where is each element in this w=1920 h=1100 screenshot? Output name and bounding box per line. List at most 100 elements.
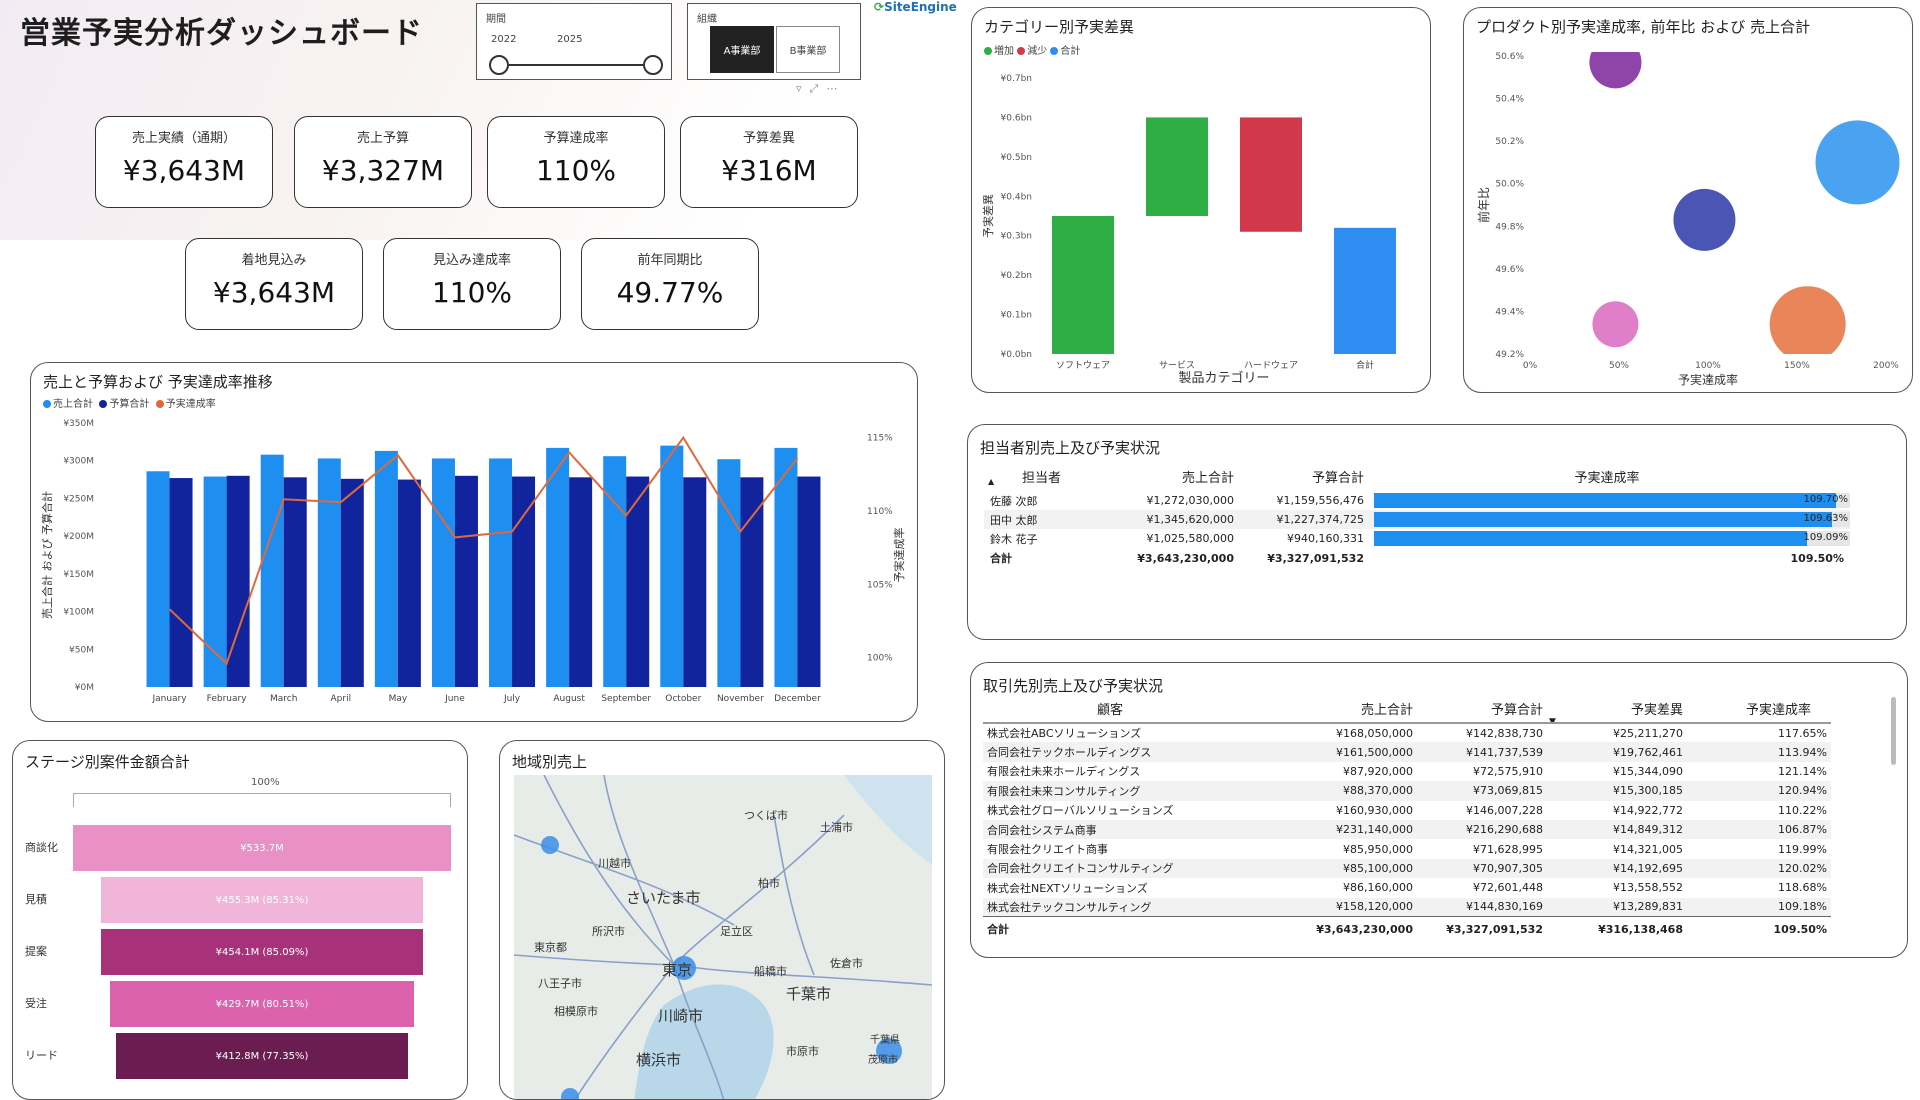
funnel-bar[interactable]: ¥455.3M (85.31%) (100, 877, 424, 923)
rep-sales: ¥1,272,030,000 (1146, 494, 1234, 507)
table-row[interactable]: 有限会社クリエイト商事 ¥85,950,000 ¥71,628,995 ¥14,321… (983, 839, 1831, 859)
rep-sales: ¥1,345,620,000 (1146, 513, 1234, 526)
period-slider-start-handle[interactable] (489, 55, 509, 75)
chart-title: プロダクト別予実達成率, 前年比 および 売上合計 (1476, 18, 1811, 36)
table-row[interactable]: 佐藤 次郎 ¥1,272,030,000 ¥1,159,556,476 109.70… (984, 491, 1850, 510)
map-place-label: 横浜市 (636, 1051, 681, 1069)
table-row[interactable]: 株式会社ABCソリューションズ ¥168,050,000 ¥142,838,730 ¥… (983, 723, 1831, 743)
sales-bar (603, 456, 627, 687)
client-sales: ¥88,370,000 (1343, 784, 1413, 798)
funnel-bar[interactable]: ¥454.1M (85.09%) (101, 929, 423, 975)
y-tick-label: ¥0.2bn (1001, 271, 1032, 281)
column-header-sales[interactable]: 売上合計 (1114, 461, 1234, 491)
funnel-bar-label: ¥454.1M (85.09%) (215, 946, 309, 958)
x-axis-title: 製品カテゴリー (1178, 370, 1269, 386)
funnel-bar-label: ¥533.7M (240, 842, 284, 854)
y2-tick-label: 110% (867, 507, 893, 517)
map-title: 地域別売上 (512, 753, 588, 771)
kpi-value: ¥316M (721, 154, 817, 187)
map-place-label: 千葉県 (870, 1033, 900, 1046)
table-scrollbar[interactable] (1891, 697, 1896, 765)
period-from-value: 2022 (491, 34, 517, 45)
client-rate: 118.68% (1778, 881, 1827, 895)
table-row[interactable]: 鈴木 花子 ¥1,025,580,000 ¥940,160,331 109.09% (984, 529, 1850, 548)
column-header-rep[interactable]: 担当者 (984, 461, 1114, 491)
column-header-budget[interactable]: 予算合計 (1413, 695, 1543, 723)
client-budget: ¥142,838,730 (1466, 726, 1543, 740)
clients-table: 顧客 売上合計 予算合計 予実差異 予実達成率 株式会社ABCソリューションズ ¥… (983, 695, 1831, 941)
table-row[interactable]: 合同会社クリエイトコンサルティング ¥85,100,000 ¥70,907,305 ¥… (983, 858, 1831, 879)
funnel-bar[interactable]: ¥533.7M (73, 825, 451, 871)
region-sales-bubble (541, 836, 559, 854)
client-sales: ¥168,050,000 (1336, 726, 1413, 740)
map-place-label: 千葉市 (786, 985, 831, 1003)
column-header-rate[interactable]: 予実達成率 (1364, 461, 1850, 491)
kpi-label: 予算差異 (742, 131, 795, 146)
waterfall-bar (1052, 216, 1114, 354)
kpi-card-sales-actual: 売上実績（通期） ¥3,643M (95, 116, 273, 208)
sales-bar (660, 445, 684, 687)
y2-tick-label: 115% (867, 434, 893, 444)
rate-bar-track: 109.09% (1374, 531, 1850, 546)
legend-dot-sales (43, 400, 51, 408)
total-client-budget: ¥3,327,091,532 (1446, 922, 1543, 936)
map-place-label: 足立区 (720, 924, 753, 938)
table-header-row: 担当者 売上合計 予算合計 予実達成率 (984, 461, 1850, 491)
funnel-bar[interactable]: ¥412.8M (77.35%) (115, 1033, 409, 1079)
table-row[interactable]: 有限会社未来ホールディングス ¥87,920,000 ¥72,575,910 ¥15,… (983, 761, 1831, 782)
monthly-combo-chart: ¥0M ¥50M ¥100M ¥150M ¥200M ¥250M ¥300M ¥350M 100… (40, 419, 906, 704)
org-option-b[interactable]: B事業部 (776, 26, 840, 73)
map-canvas[interactable]: つくば市 土浦市 川越市 さいたま市 柏市 所沢市 足立区 東京都 東京 船橋市 佐倉市 八王子市 千葉… (514, 775, 932, 1099)
table-row[interactable]: 合同会社システム商事 ¥231,140,000 ¥216,290,688 ¥14,84… (983, 819, 1831, 840)
kpi-value: ¥3,327M (321, 154, 445, 187)
legend-dot-budget (99, 400, 108, 408)
client-rate: 119.99% (1778, 842, 1827, 856)
funnel-bar-label: ¥412.8M (77.35%) (215, 1050, 309, 1062)
table-row[interactable]: 株式会社テックコンサルティング ¥158,120,000 ¥144,830,169 ¥… (983, 897, 1831, 917)
client-rate: 117.65% (1778, 726, 1827, 740)
client-sales: ¥158,120,000 (1336, 900, 1413, 914)
table-row[interactable]: 株式会社グローバルソリューションズ ¥160,930,000 ¥146,007,22… (983, 800, 1831, 820)
table-row[interactable]: 株式会社NEXTソリューションズ ¥86,160,000 ¥72,601,448 ¥1… (983, 878, 1831, 898)
road-line (773, 814, 815, 976)
lake-water (844, 775, 932, 865)
client-name: 有限会社未来コンサルティング (987, 784, 1141, 798)
table-title: 取引先別売上及び予実状況 (983, 677, 1164, 695)
focus-mode-icon[interactable]: ⤢ (810, 82, 827, 95)
sales-bar (146, 471, 170, 687)
period-slider-track (499, 64, 653, 66)
column-header-sales[interactable]: 売上合計 (1283, 695, 1413, 723)
y-axis-title: 予実差異 (981, 194, 995, 238)
period-slider-end-handle[interactable] (643, 55, 663, 75)
kpi-label: 前年同期比 (637, 253, 703, 268)
kpi-card-yoy: 前年同期比 49.77% (581, 238, 759, 330)
table-row[interactable]: 合同会社テックホールディングス ¥161,500,000 ¥141,737,539 ¥… (983, 742, 1831, 762)
x-tick-label: 200% (1873, 361, 1899, 371)
kpi-label: 見込み達成率 (432, 253, 511, 268)
client-variance: ¥19,762,461 (1613, 745, 1683, 759)
y-tick-label: ¥50M (69, 645, 94, 655)
category-waterfall-card: カテゴリー別予実差異 増加 減少 合計 ¥0.0bn ¥0.1bn ¥0.2bn ¥0… (971, 7, 1431, 393)
column-header-budget[interactable]: 予算合計 (1234, 461, 1364, 491)
table-row[interactable]: 田中 太郎 ¥1,345,620,000 ¥1,227,374,725 109.63… (984, 510, 1850, 529)
client-sales: ¥160,930,000 (1336, 803, 1413, 817)
org-option-a[interactable]: A事業部 (710, 26, 774, 73)
funnel-stage-label: 見積 (25, 893, 47, 906)
rep-budget: ¥1,227,374,725 (1276, 513, 1364, 526)
site-engine-logo: ⟳SiteEngine (874, 0, 957, 14)
filter-icon[interactable]: ▿ (796, 82, 810, 95)
more-options-icon[interactable]: ⋯ (826, 82, 845, 95)
client-sales: ¥85,950,000 (1343, 842, 1413, 856)
period-slicer[interactable]: 期間 2022 2025 (476, 3, 672, 80)
y-tick-label: 49.6% (1495, 265, 1524, 275)
x-tick-label: May (389, 694, 408, 704)
region-map-card: 地域別売上 つくば市 土浦市 川越市 さいたま市 柏市 所沢市 足立区 東京都 東京 船橋市 佐倉市… (499, 740, 945, 1100)
chart-title: 売上と予算および 予実達成率推移 (43, 373, 273, 391)
chart-title: ステージ別案件金額合計 (25, 753, 190, 771)
total-client-name: 合計 (987, 923, 1009, 937)
column-header-rate[interactable]: 予実達成率 (1683, 695, 1831, 723)
table-row[interactable]: 有限会社未来コンサルティング ¥88,370,000 ¥73,069,815 ¥15,… (983, 781, 1831, 801)
column-header-variance[interactable]: 予実差異 (1543, 695, 1683, 723)
funnel-bar[interactable]: ¥429.7M (80.51%) (109, 981, 415, 1027)
column-header-client[interactable]: 顧客 (983, 695, 1283, 723)
